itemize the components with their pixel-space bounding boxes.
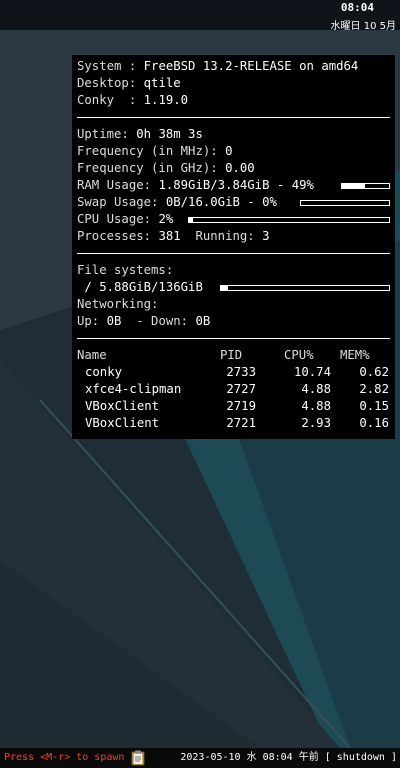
cpu-usage-fill <box>189 218 193 222</box>
process-pid: 2721 <box>226 416 256 430</box>
uptime-label: Uptime: <box>77 127 137 141</box>
clock-date: 水曜日 10 5月 <box>330 21 396 32</box>
net-down-value: 0B <box>195 314 211 328</box>
filesystems-label: File systems: <box>77 263 174 277</box>
ram-label: RAM Usage: <box>77 178 159 192</box>
process-pid: 2733 <box>226 365 256 379</box>
net-up-value: 0B <box>106 314 122 328</box>
conky-version-value: 1.19.0 <box>143 93 189 107</box>
header-cpu: CPU% <box>284 348 314 362</box>
ram-value: 1.89GiB/3.84GiB - 49% <box>158 178 314 192</box>
clipboard-icon[interactable] <box>130 750 146 766</box>
conky-version-row: Conky : 1.19.0 <box>77 92 390 109</box>
desktop-value: qtile <box>143 76 181 90</box>
freq-mhz-value: 0 <box>225 144 233 158</box>
ram-usage-bar <box>341 183 390 189</box>
conky-version-label: Conky : <box>77 93 144 107</box>
cpu-row: CPU Usage: 2% <box>77 211 390 228</box>
freq-mhz-label: Frequency (in MHz): <box>77 144 226 158</box>
filesystem-root-row: / 5.88GiB/136GiB <box>77 279 390 296</box>
system-row: System : FreeBSD 13.2-RELEASE on amd64 <box>77 58 390 75</box>
cpu-usage-bar <box>188 217 390 223</box>
top-bar: 08:04 水曜日 10 5月 <box>0 0 400 32</box>
processes-value: 381 <box>158 229 181 243</box>
filesystems-heading: File systems: <box>77 262 390 279</box>
uptime-row: Uptime: 0h 38m 3s <box>77 126 390 143</box>
uptime-value: 0h 38m 3s <box>136 127 203 141</box>
header-mem: MEM% <box>340 348 370 362</box>
freq-ghz-row: Frequency (in GHz): 0.00 <box>77 160 390 177</box>
process-cpu: 4.88 <box>301 399 331 413</box>
process-name: xfce4-clipman <box>85 382 182 396</box>
running-label <box>181 229 196 243</box>
net-down-label: - Down: <box>121 314 196 328</box>
net-up-label: Up: <box>77 314 107 328</box>
filesystem-usage-fill <box>221 286 228 290</box>
header-pid: PID <box>220 348 243 362</box>
process-cpu: 10.74 <box>293 365 331 379</box>
freq-ghz-value: 0.00 <box>225 161 255 175</box>
process-name: VBoxClient <box>85 399 160 413</box>
freq-ghz-label: Frequency (in GHz): <box>77 161 226 175</box>
running-value: 3 <box>262 229 270 243</box>
swap-row: Swap Usage: 0B/16.0GiB - 0% <box>77 194 390 211</box>
desktop-label: Desktop: <box>77 76 144 90</box>
clock-time: 08:04 <box>340 1 374 14</box>
process-mem: 0.16 <box>359 416 389 430</box>
table-row: VBoxClient 2721 2.93 0.16 <box>77 415 390 432</box>
process-name: VBoxClient <box>85 416 160 430</box>
filesystem-usage-bar <box>220 285 390 291</box>
process-cpu: 2.93 <box>301 416 331 430</box>
divider <box>77 117 390 118</box>
process-name: conky <box>85 365 123 379</box>
table-row: xfce4-clipman 2727 4.88 2.82 <box>77 381 390 398</box>
conky-panel: System : FreeBSD 13.2-RELEASE on amd64 D… <box>72 55 395 439</box>
swap-value: 0B/16.0GiB - 0% <box>165 195 277 209</box>
swap-usage-bar <box>300 200 390 206</box>
processes-label: Processes: <box>77 229 159 243</box>
networking-heading: Networking: <box>77 296 390 313</box>
spawn-prompt[interactable]: Press <M-r> to spawn <box>4 748 124 768</box>
table-row: VBoxClient 2719 4.88 0.15 <box>77 398 390 415</box>
cpu-value: 2% <box>158 212 174 226</box>
bottom-bar: Press <M-r> to spawn 2023-05-10 水 08:04 … <box>0 748 400 768</box>
ram-row: RAM Usage: 1.89GiB/3.84GiB - 49% <box>77 177 390 194</box>
desktop-row: Desktop: qtile <box>77 75 390 92</box>
freq-mhz-row: Frequency (in MHz): 0 <box>77 143 390 160</box>
swap-label: Swap Usage: <box>77 195 166 209</box>
header-name: Name <box>77 348 107 362</box>
process-pid: 2727 <box>226 382 256 396</box>
process-mem: 2.82 <box>359 382 389 396</box>
process-mem: 0.15 <box>359 399 389 413</box>
process-mem: 0.62 <box>359 365 389 379</box>
networking-label: Networking: <box>77 297 159 311</box>
divider <box>77 253 390 254</box>
running-label-text: Running: <box>195 229 263 243</box>
process-pid: 2719 <box>226 399 256 413</box>
status-text: 2023-05-10 水 08:04 午前 [ shutdown ] <box>180 752 397 763</box>
networking-row: Up: 0B - Down: 0B <box>77 313 390 330</box>
ram-usage-fill <box>342 184 366 188</box>
system-value: FreeBSD 13.2-RELEASE on amd64 <box>143 59 359 73</box>
process-cpu: 4.88 <box>301 382 331 396</box>
divider <box>77 338 390 339</box>
processes-row: Processes: 381 Running: 3 <box>77 228 390 245</box>
system-label: System : <box>77 59 144 73</box>
table-row: conky 2733 10.74 0.62 <box>77 364 390 381</box>
process-table-body: conky 2733 10.74 0.62 xfce4-clipman 2727 4.88 2… <box>77 364 390 432</box>
process-table-header: Name PID CPU% MEM% <box>77 347 390 364</box>
cpu-label: CPU Usage: <box>77 212 159 226</box>
filesystem-root-value: / 5.88GiB/136GiB <box>77 280 203 294</box>
